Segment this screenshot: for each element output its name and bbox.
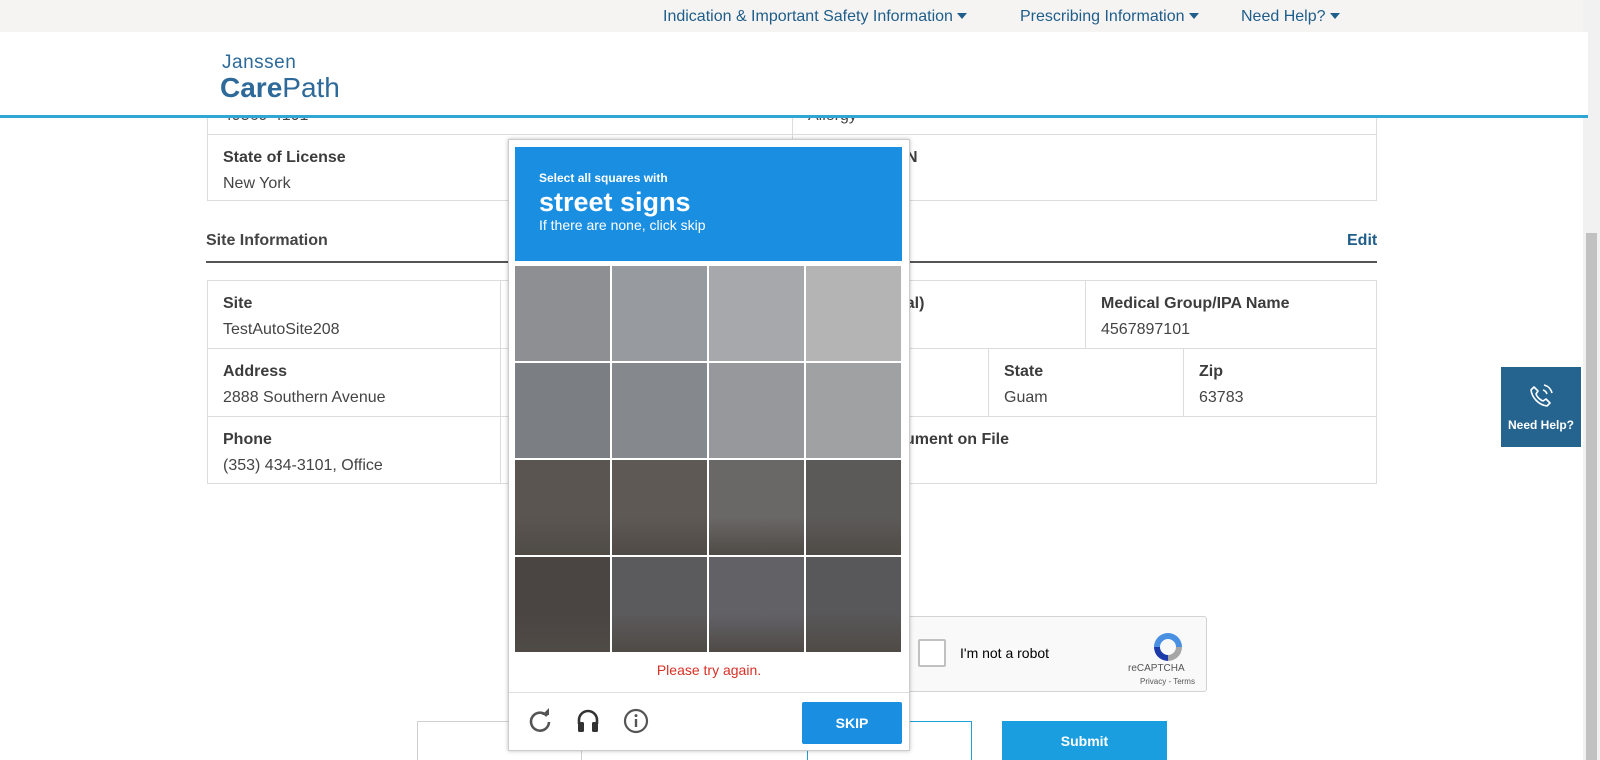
address-label: Address — [223, 363, 288, 380]
challenge-tile[interactable] — [612, 557, 707, 652]
challenge-header: Select all squares with street signs If … — [515, 147, 902, 261]
challenge-tile[interactable] — [612, 460, 707, 555]
skip-button[interactable]: SKIP — [802, 702, 902, 744]
challenge-tile[interactable] — [709, 557, 804, 652]
phone-cell: Phone (353) 434-3101, Office — [208, 417, 501, 484]
challenge-tile[interactable] — [709, 460, 804, 555]
logo-path: Path — [282, 72, 340, 103]
medical-group-cell: Medical Group/IPA Name 4567897101 — [1086, 281, 1377, 349]
zip-label: Zip — [1199, 363, 1223, 380]
challenge-tile[interactable] — [806, 557, 901, 652]
challenge-tile[interactable] — [709, 363, 804, 458]
phone-value: (353) 434-3101, Office — [223, 457, 383, 474]
recaptcha-logo-icon — [1154, 633, 1182, 661]
medical-group-value: 4567897101 — [1101, 321, 1190, 338]
captcha-challenge-dialog: Select all squares with street signs If … — [508, 139, 910, 751]
logo-care: Care — [220, 72, 283, 103]
site-cell: Site TestAutoSite208 — [208, 281, 501, 349]
audio-icon[interactable] — [575, 708, 601, 734]
recaptcha-widget: I'm not a robot reCAPTCHA Privacy - Term… — [905, 616, 1207, 692]
challenge-tile[interactable] — [515, 557, 610, 652]
challenge-tile[interactable] — [515, 363, 610, 458]
challenge-tile[interactable] — [806, 460, 901, 555]
nav-indication-safety[interactable]: Indication & Important Safety Informatio… — [663, 8, 967, 26]
medical-group-label: Medical Group/IPA Name — [1101, 295, 1290, 312]
challenge-tile[interactable] — [709, 266, 804, 361]
info-icon[interactable] — [623, 708, 649, 734]
state-cell: State Guam — [989, 349, 1184, 417]
logo-janssen[interactable]: Janssen — [222, 52, 296, 74]
nav-need-help[interactable]: Need Help? — [1241, 8, 1340, 26]
caret-down-icon — [1329, 13, 1340, 19]
challenge-tile[interactable] — [515, 460, 610, 555]
submit-button[interactable]: Submit — [1002, 721, 1167, 760]
reload-icon[interactable] — [527, 708, 553, 734]
challenge-error: Please try again. — [656, 662, 762, 678]
state-label: State — [1004, 363, 1044, 380]
nav-label: Need Help? — [1241, 8, 1326, 25]
site-value: TestAutoSite208 — [223, 321, 340, 338]
caret-down-icon — [956, 13, 967, 19]
site-header: Janssen CarePath — [0, 32, 1588, 118]
address-cell: Address 2888 Southern Avenue — [208, 349, 501, 417]
site-label: Site — [223, 295, 253, 312]
challenge-keyword: street signs — [539, 187, 691, 217]
challenge-tile[interactable] — [515, 266, 610, 361]
zip-value: 63783 — [1199, 389, 1244, 406]
address-value: 2888 Southern Avenue — [223, 389, 386, 406]
recaptcha-label: I'm not a robot — [960, 645, 1050, 661]
challenge-footer-divider — [509, 692, 909, 693]
site-info-heading: Site Information — [206, 232, 328, 249]
scrollbar-thumb[interactable] — [1586, 233, 1597, 760]
challenge-image-grid — [515, 266, 902, 653]
logo-carepath[interactable]: CarePath — [220, 72, 340, 104]
challenge-instruction: Select all squares with — [539, 171, 668, 185]
zip-cell: Zip 63783 — [1184, 349, 1377, 417]
phone-icon — [1530, 384, 1553, 407]
nav-label: Indication & Important Safety Informatio… — [663, 8, 953, 25]
need-help-tab[interactable]: Need Help? — [1501, 367, 1581, 447]
challenge-tile[interactable] — [612, 363, 707, 458]
challenge-tile[interactable] — [612, 266, 707, 361]
state-value: Guam — [1004, 389, 1048, 406]
caret-down-icon — [1188, 13, 1199, 19]
challenge-tile[interactable] — [806, 266, 901, 361]
phone-label: Phone — [223, 431, 272, 448]
nav-label: Prescribing Information — [1020, 8, 1185, 25]
nav-prescribing-info[interactable]: Prescribing Information — [1020, 8, 1199, 26]
recaptcha-brand: reCAPTCHA — [1128, 663, 1185, 674]
site-info-edit-link[interactable]: Edit — [1347, 232, 1377, 250]
challenge-tile[interactable] — [806, 363, 901, 458]
recaptcha-terms-link[interactable]: Privacy - Terms — [1140, 677, 1195, 686]
challenge-hint: If there are none, click skip — [539, 217, 706, 233]
need-help-label: Need Help? — [1507, 418, 1574, 432]
recaptcha-checkbox[interactable] — [918, 639, 946, 667]
